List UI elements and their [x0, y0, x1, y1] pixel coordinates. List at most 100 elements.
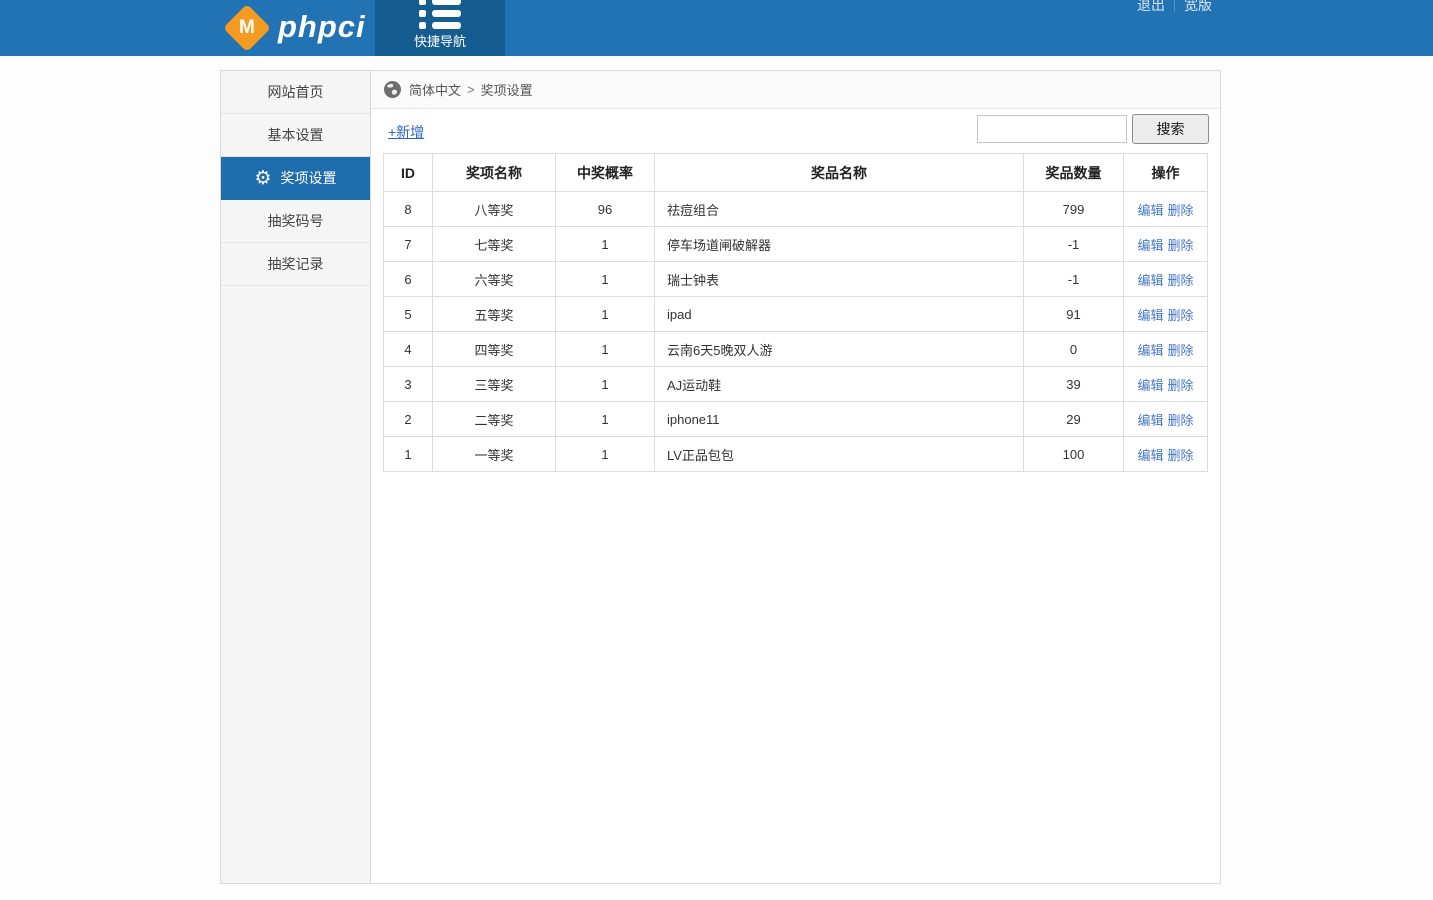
cell-actions: 编辑删除	[1124, 332, 1208, 367]
cell-actions: 编辑删除	[1124, 437, 1208, 472]
delete-link[interactable]: 删除	[1168, 238, 1194, 253]
sidebar-item[interactable]: ⚙ 基本设置	[221, 114, 370, 157]
header-item-name: 奖品名称	[655, 154, 1024, 192]
delete-link[interactable]: 删除	[1168, 448, 1194, 463]
cell-prize-name: 一等奖	[433, 437, 556, 472]
main-panel: 简体中文 > 奖项设置 +新增 搜索 ID 奖项名称 中奖概率 奖品名称 奖品数…	[371, 71, 1220, 883]
table-row: 3 三等奖 1 AJ运动鞋 39 编辑删除	[384, 367, 1208, 402]
header-links: 退出 宽版	[1128, 0, 1221, 15]
logo-text: phpci	[278, 9, 366, 45]
quick-nav-tab[interactable]: 快捷导航	[375, 0, 505, 56]
search-button[interactable]: 搜索	[1132, 114, 1209, 144]
breadcrumb-lang[interactable]: 简体中文	[409, 80, 461, 99]
cell-quantity: 39	[1024, 367, 1124, 402]
cell-id: 6	[384, 262, 433, 297]
sidebar-item-label: 基本设置	[268, 114, 324, 157]
cell-quantity: -1	[1024, 262, 1124, 297]
cell-id: 4	[384, 332, 433, 367]
search-input[interactable]	[977, 115, 1127, 143]
sidebar-item[interactable]: ⚙ 网站首页	[221, 71, 370, 114]
table-row: 2 二等奖 1 iphone11 29 编辑删除	[384, 402, 1208, 437]
cell-quantity: 91	[1024, 297, 1124, 332]
breadcrumb-page: 奖项设置	[481, 80, 533, 99]
edit-link[interactable]: 编辑	[1137, 308, 1163, 323]
cell-probability: 1	[556, 297, 655, 332]
edit-link[interactable]: 编辑	[1137, 273, 1163, 288]
cell-quantity: -1	[1024, 227, 1124, 262]
cell-quantity: 799	[1024, 192, 1124, 227]
cell-actions: 编辑删除	[1124, 227, 1208, 262]
edit-link[interactable]: 编辑	[1137, 413, 1163, 428]
edit-link[interactable]: 编辑	[1137, 238, 1163, 253]
cell-actions: 编辑删除	[1124, 262, 1208, 297]
add-new-link[interactable]: +新增	[388, 122, 424, 142]
top-header: M phpci 快捷导航 退出 宽版	[0, 0, 1433, 56]
gear-icon: ⚙	[254, 169, 271, 188]
toolbar: +新增 搜索	[371, 109, 1220, 153]
cell-actions: 编辑删除	[1124, 402, 1208, 437]
cell-probability: 1	[556, 262, 655, 297]
cell-id: 1	[384, 437, 433, 472]
logout-link[interactable]: 退出	[1128, 0, 1174, 15]
cell-id: 8	[384, 192, 433, 227]
cell-prize-name: 四等奖	[433, 332, 556, 367]
globe-icon	[384, 81, 401, 98]
cell-quantity: 0	[1024, 332, 1124, 367]
sidebar-item[interactable]: ⚙ 抽奖记录	[221, 243, 370, 286]
table-body: 8 八等奖 96 祛痘组合 799 编辑删除 7 七等奖 1 停车场道闸破解器 …	[384, 192, 1208, 472]
cell-probability: 1	[556, 227, 655, 262]
app-logo[interactable]: M phpci	[230, 8, 366, 45]
sidebar-item[interactable]: ⚙ 抽奖码号	[221, 200, 370, 243]
cell-item-name: AJ运动鞋	[655, 367, 1024, 402]
header-quantity: 奖品数量	[1024, 154, 1124, 192]
header-id: ID	[384, 154, 433, 192]
table-row: 7 七等奖 1 停车场道闸破解器 -1 编辑删除	[384, 227, 1208, 262]
cell-item-name: LV正品包包	[655, 437, 1024, 472]
sidebar-item-label: 奖项设置	[281, 157, 337, 200]
cell-prize-name: 二等奖	[433, 402, 556, 437]
cell-actions: 编辑删除	[1124, 297, 1208, 332]
cell-quantity: 100	[1024, 437, 1124, 472]
prizes-table: ID 奖项名称 中奖概率 奖品名称 奖品数量 操作 8 八等奖 96 祛痘组合 …	[383, 153, 1208, 472]
cell-probability: 1	[556, 437, 655, 472]
edit-link[interactable]: 编辑	[1137, 203, 1163, 218]
cell-item-name: 停车场道闸破解器	[655, 227, 1024, 262]
delete-link[interactable]: 删除	[1168, 203, 1194, 218]
cell-item-name: 云南6天5晚双人游	[655, 332, 1024, 367]
delete-link[interactable]: 删除	[1168, 273, 1194, 288]
sidebar-item[interactable]: ⚙ 奖项设置	[221, 157, 370, 200]
delete-link[interactable]: 删除	[1168, 308, 1194, 323]
cell-prize-name: 三等奖	[433, 367, 556, 402]
breadcrumb: 简体中文 > 奖项设置	[371, 71, 1220, 109]
sidebar-item-label: 抽奖记录	[268, 243, 324, 286]
cell-item-name: 祛痘组合	[655, 192, 1024, 227]
sidebar-item-label: 网站首页	[268, 71, 324, 114]
cell-actions: 编辑删除	[1124, 367, 1208, 402]
wide-mode-link[interactable]: 宽版	[1175, 0, 1221, 15]
cell-prize-name: 六等奖	[433, 262, 556, 297]
cell-item-name: ipad	[655, 297, 1024, 332]
header-actions: 操作	[1124, 154, 1208, 192]
quick-nav-label: 快捷导航	[375, 31, 505, 50]
cell-quantity: 29	[1024, 402, 1124, 437]
table-row: 6 六等奖 1 瑞士钟表 -1 编辑删除	[384, 262, 1208, 297]
edit-link[interactable]: 编辑	[1137, 343, 1163, 358]
table-row: 8 八等奖 96 祛痘组合 799 编辑删除	[384, 192, 1208, 227]
header-prize-name: 奖项名称	[433, 154, 556, 192]
cell-id: 2	[384, 402, 433, 437]
cell-id: 7	[384, 227, 433, 262]
table-row: 5 五等奖 1 ipad 91 编辑删除	[384, 297, 1208, 332]
cell-id: 3	[384, 367, 433, 402]
table-row: 4 四等奖 1 云南6天5晚双人游 0 编辑删除	[384, 332, 1208, 367]
cell-actions: 编辑删除	[1124, 192, 1208, 227]
logo-badge-letter: M	[239, 17, 255, 39]
edit-link[interactable]: 编辑	[1137, 448, 1163, 463]
edit-link[interactable]: 编辑	[1137, 378, 1163, 393]
delete-link[interactable]: 删除	[1168, 413, 1194, 428]
cell-item-name: iphone11	[655, 402, 1024, 437]
logo-diamond-icon: M	[223, 4, 271, 52]
delete-link[interactable]: 删除	[1168, 343, 1194, 358]
delete-link[interactable]: 删除	[1168, 378, 1194, 393]
cell-probability: 1	[556, 402, 655, 437]
breadcrumb-separator: >	[467, 82, 475, 97]
